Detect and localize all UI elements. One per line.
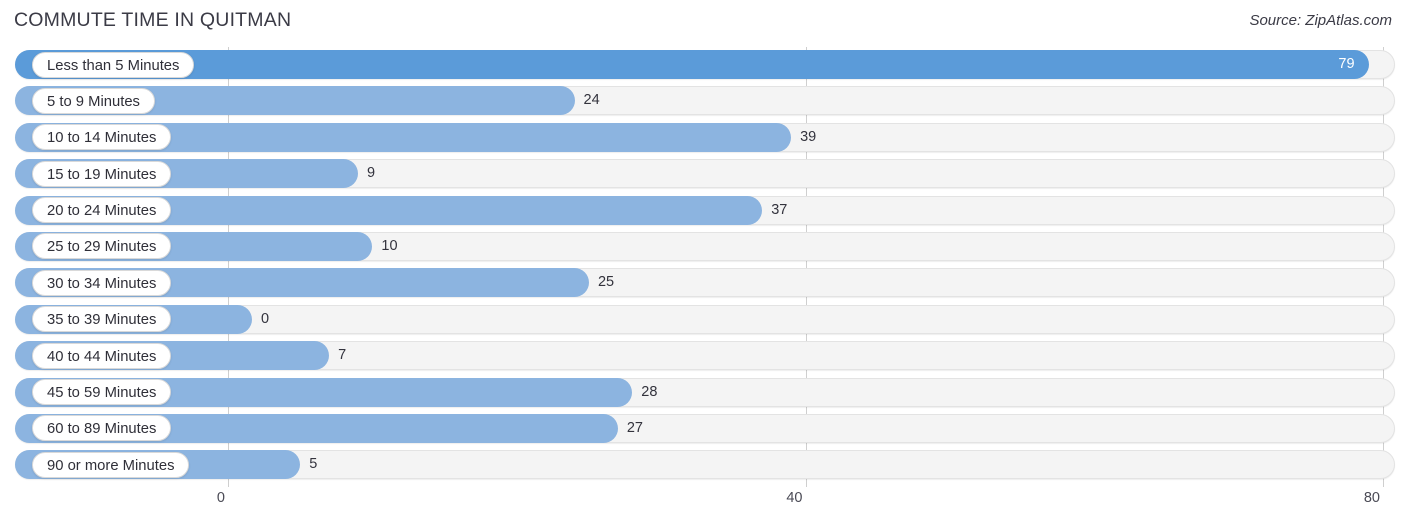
x-axis-tick-80: 80 — [1363, 490, 1380, 506]
chart-container: COMMUTE TIME IN QUITMAN Source: ZipAtlas… — [0, 0, 1406, 523]
category-label: 30 to 34 Minutes — [32, 269, 172, 296]
bar-value-label: 9 — [366, 165, 376, 182]
bar-row[interactable]: 24 5 to 9 Minutes — [0, 83, 1406, 119]
bar-row[interactable]: 5 90 or more Minutes — [0, 447, 1406, 483]
bar-rows: 79 Less than 5 Minutes 24 5 to 9 Minutes 39 1… — [0, 47, 1406, 484]
category-label: 90 or more Minutes — [32, 451, 190, 478]
bar-row[interactable]: 25 30 to 34 Minutes — [0, 265, 1406, 301]
bar-value-label: 39 — [800, 128, 817, 145]
bar[interactable] — [15, 50, 1369, 79]
bar-row[interactable]: 27 60 to 89 Minutes — [0, 411, 1406, 447]
category-label: 10 to 14 Minutes — [32, 124, 172, 151]
bar-value-label: 25 — [597, 274, 615, 291]
bar-value-label: 24 — [583, 92, 600, 109]
category-label: Less than 5 Minutes — [32, 51, 195, 78]
bar-value-label: 37 — [771, 201, 788, 218]
bar-row[interactable]: 37 20 to 24 Minutes — [0, 193, 1406, 229]
bar-value-label: 7 — [338, 347, 347, 364]
category-label: 45 to 59 Minutes — [32, 379, 172, 406]
category-label: 60 to 89 Minutes — [32, 415, 172, 442]
bar-value-label: 0 — [261, 310, 270, 327]
bar-row[interactable]: 79 Less than 5 Minutes — [0, 47, 1406, 83]
bar-row[interactable]: 9 15 to 19 Minutes — [0, 156, 1406, 192]
bar-row[interactable]: 39 10 to 14 Minutes — [0, 120, 1406, 156]
bar-row[interactable]: 0 35 to 39 Minutes — [0, 302, 1406, 338]
bar-row[interactable]: 28 45 to 59 Minutes — [0, 375, 1406, 411]
page-title: COMMUTE TIME IN QUITMAN — [14, 9, 292, 31]
category-label: 40 to 44 Minutes — [32, 342, 172, 369]
bar-value-label: 27 — [626, 419, 643, 436]
bar-value-label: 5 — [309, 456, 318, 473]
bar-value-label: 10 — [381, 237, 398, 254]
x-axis-tick-0: 0 — [216, 490, 225, 506]
category-label: 20 to 24 Minutes — [32, 197, 172, 224]
category-label: 5 to 9 Minutes — [32, 87, 155, 114]
source-attribution: Source: ZipAtlas.com — [1249, 12, 1392, 29]
category-label: 35 to 39 Minutes — [32, 306, 172, 333]
bar-row[interactable]: 10 25 to 29 Minutes — [0, 229, 1406, 265]
x-axis: 0 40 80 — [0, 487, 1406, 517]
bar-value-label: 79 — [1338, 56, 1355, 72]
bar-row[interactable]: 7 40 to 44 Minutes — [0, 338, 1406, 374]
category-label: 25 to 29 Minutes — [32, 233, 172, 260]
plot-area: 79 Less than 5 Minutes 24 5 to 9 Minutes 39 1… — [0, 47, 1406, 487]
x-axis-tick-40: 40 — [786, 490, 803, 506]
bar-value-label: 28 — [641, 383, 658, 400]
category-label: 15 to 19 Minutes — [32, 160, 172, 187]
